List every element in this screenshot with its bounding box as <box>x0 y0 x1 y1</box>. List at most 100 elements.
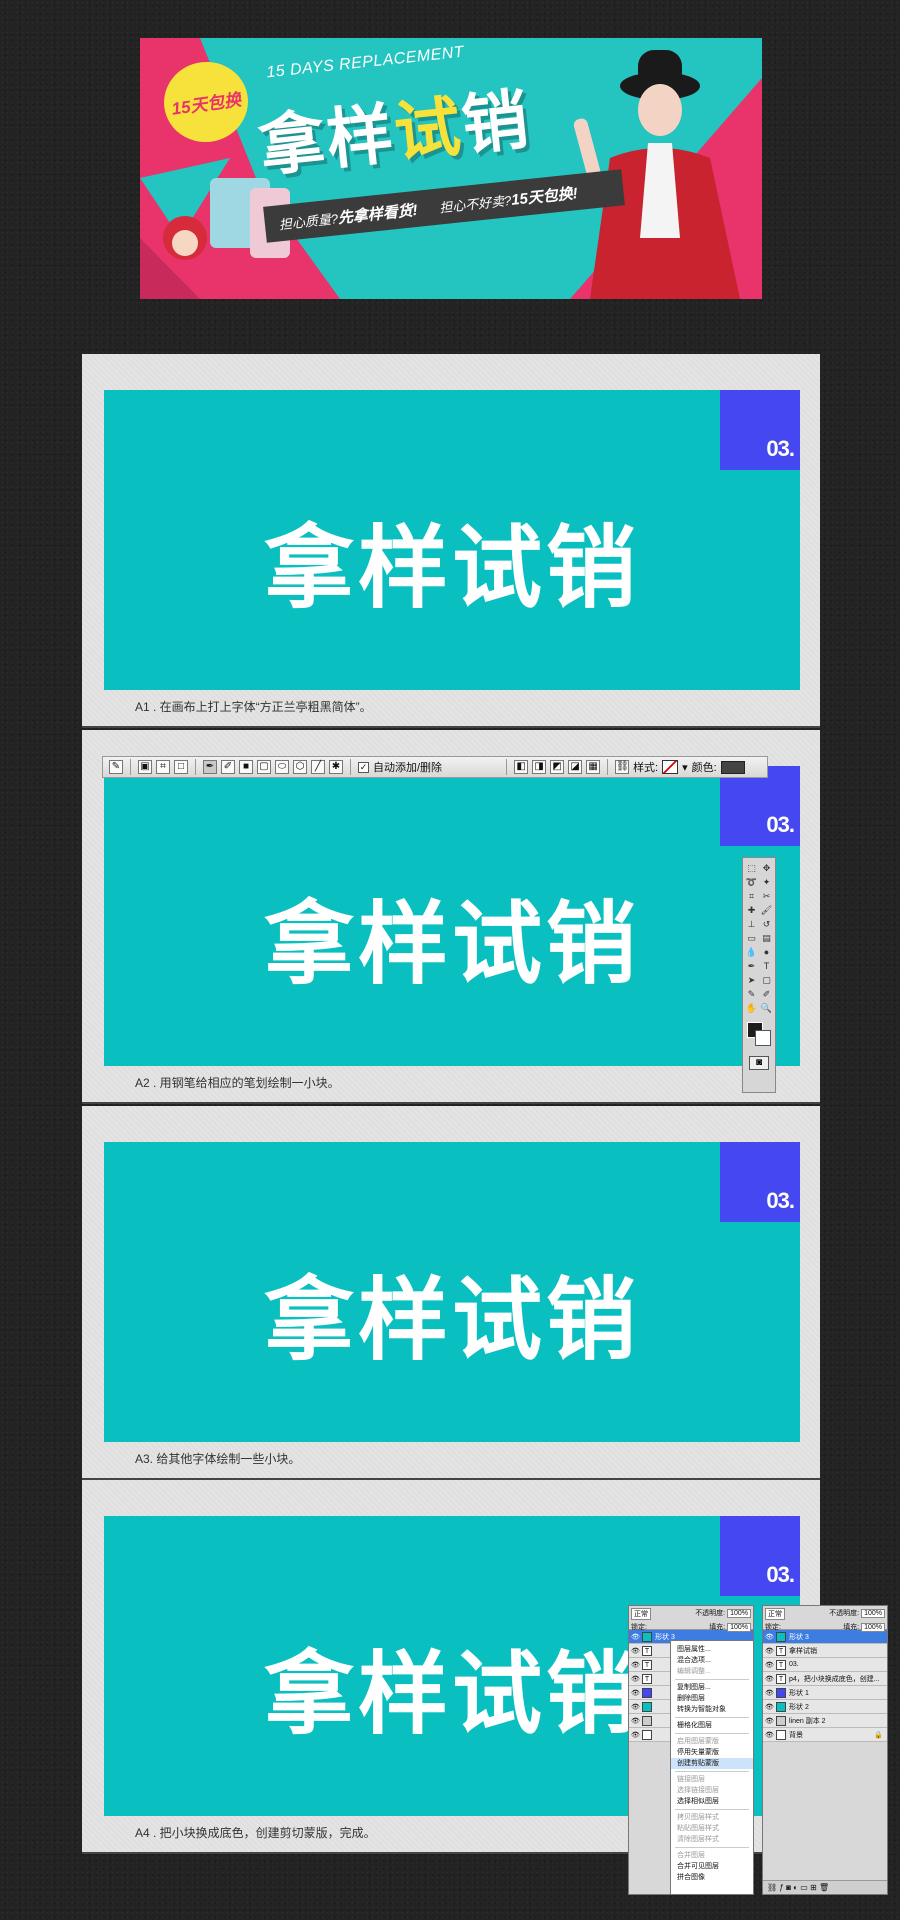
move-tool-icon[interactable]: ✥ <box>760 862 773 874</box>
crop-tool-icon[interactable]: ⌗ <box>745 890 758 902</box>
exclude-mode-icon[interactable]: ◪ <box>568 760 583 774</box>
menu-item[interactable]: 停用矢量蒙版 <box>671 1747 753 1758</box>
eye-icon[interactable]: 👁 <box>631 1675 640 1683</box>
eye-icon[interactable]: 👁 <box>631 1647 640 1655</box>
eye-icon[interactable]: 👁 <box>765 1731 774 1739</box>
eraser-tool-icon[interactable]: ▭ <box>745 932 758 944</box>
menu-item[interactable]: 拼合图像 <box>671 1872 753 1883</box>
shape-tool-icon[interactable]: ▢ <box>760 974 773 986</box>
menu-item[interactable]: 拷贝图层样式 <box>671 1812 753 1823</box>
menu-item[interactable]: 粘贴图层样式 <box>671 1823 753 1834</box>
brush-tool-icon[interactable]: 🖌 <box>760 904 773 916</box>
layer-row[interactable]: 👁 T 03. <box>763 1658 887 1672</box>
marquee-tool-icon[interactable]: ⬚ <box>745 862 758 874</box>
menu-item[interactable]: 图层属性... <box>671 1644 753 1655</box>
slice-tool-icon[interactable]: ✂ <box>760 890 773 902</box>
layer-row[interactable]: 👁 T 拿样试销 <box>763 1644 887 1658</box>
stamp-tool-icon[interactable]: ⊥ <box>745 918 758 930</box>
combine-mode-icon[interactable]: ◧ <box>514 760 529 774</box>
pen-tool-preset-icon[interactable]: ✎ <box>109 760 123 774</box>
menu-item-create-clipping-mask[interactable]: 创建剪贴蒙版 <box>671 1758 753 1769</box>
ellipse-icon[interactable]: ⬭ <box>275 760 289 774</box>
adjustment-icon[interactable]: ◐ <box>793 1883 798 1892</box>
lasso-tool-icon[interactable]: ➰ <box>745 876 758 888</box>
overlap-mode-icon[interactable]: ▦ <box>586 760 601 774</box>
gradient-tool-icon[interactable]: ▤ <box>760 932 773 944</box>
eye-icon[interactable]: 👁 <box>765 1703 774 1711</box>
history-brush-icon[interactable]: ↺ <box>760 918 773 930</box>
folder-icon[interactable]: ▭ <box>800 1883 808 1892</box>
layer-row[interactable]: 👁 形状 2 <box>763 1700 887 1714</box>
type-tool-icon[interactable]: T <box>760 960 773 972</box>
layer-row[interactable]: 👁 Tp4，把小块换成底色，创建... <box>763 1672 887 1686</box>
trash-icon[interactable]: 🗑 <box>819 1883 829 1892</box>
menu-item[interactable]: 混合选项... <box>671 1655 753 1666</box>
notes-tool-icon[interactable]: ✎ <box>745 988 758 1000</box>
paths-icon[interactable]: ⌗ <box>156 760 170 774</box>
layer-row[interactable]: 👁 背景 🔒 <box>763 1728 887 1742</box>
layer-row[interactable]: 👁 形状 1 <box>763 1686 887 1700</box>
screen-mode-icon[interactable]: ◙ <box>749 1056 769 1070</box>
blend-mode-select[interactable]: 正常 <box>765 1608 785 1620</box>
eye-icon[interactable]: 👁 <box>631 1717 640 1725</box>
eye-icon[interactable]: 👁 <box>631 1633 640 1641</box>
eye-icon[interactable]: 👁 <box>765 1717 774 1725</box>
hand-tool-icon[interactable]: ✋ <box>745 1002 758 1014</box>
healing-brush-icon[interactable]: ✚ <box>745 904 758 916</box>
dodge-tool-icon[interactable]: ● <box>760 946 773 958</box>
eye-icon[interactable]: 👁 <box>765 1689 774 1697</box>
path-select-icon[interactable]: ➤ <box>745 974 758 986</box>
freeform-pen-icon[interactable]: ✐ <box>221 760 235 774</box>
fill-pixels-icon[interactable]: □ <box>174 760 188 774</box>
eye-icon[interactable]: 👁 <box>765 1675 774 1683</box>
zoom-tool-icon[interactable]: 🔍 <box>760 1002 773 1014</box>
background-color[interactable] <box>755 1030 771 1046</box>
menu-item[interactable]: 栅格化图层 <box>671 1720 753 1731</box>
rounded-rectangle-icon[interactable]: ▢ <box>257 760 271 774</box>
menu-item[interactable]: 清除图层样式 <box>671 1834 753 1845</box>
fill-input[interactable]: 100% <box>861 1623 885 1632</box>
menu-item[interactable]: 合并可见图层 <box>671 1861 753 1872</box>
subtract-mode-icon[interactable]: ◨ <box>532 760 547 774</box>
menu-item[interactable]: 转换为智能对象 <box>671 1704 753 1715</box>
layer-row-selected[interactable]: 👁 形状 3 <box>763 1630 887 1644</box>
line-icon[interactable]: ╱ <box>311 760 325 774</box>
style-dropdown-icon[interactable]: ▾ <box>682 761 688 774</box>
mask-icon[interactable]: ◙ <box>786 1883 791 1892</box>
menu-item[interactable]: 启用图层蒙版 <box>671 1736 753 1747</box>
color-swatch[interactable] <box>720 760 745 774</box>
new-layer-icon[interactable]: ⊞ <box>810 1883 817 1892</box>
blend-mode-select[interactable]: 正常 <box>631 1608 651 1620</box>
link-icon[interactable]: ⛓ <box>615 760 630 774</box>
eye-icon[interactable]: 👁 <box>631 1703 640 1711</box>
magic-wand-icon[interactable]: ✦ <box>760 876 773 888</box>
eye-icon[interactable]: 👁 <box>765 1647 774 1655</box>
menu-item[interactable]: 编辑调整... <box>671 1666 753 1677</box>
opacity-input[interactable]: 100% <box>861 1609 885 1618</box>
eye-icon[interactable]: 👁 <box>631 1661 640 1669</box>
fx-icon[interactable]: ƒ <box>779 1883 783 1892</box>
shape-layers-icon[interactable]: ▣ <box>138 760 152 774</box>
eye-icon[interactable]: 👁 <box>631 1689 640 1697</box>
custom-shape-icon[interactable]: ✱ <box>329 760 343 774</box>
menu-item[interactable]: 复制图层... <box>671 1682 753 1693</box>
opacity-input[interactable]: 100% <box>727 1609 751 1618</box>
menu-item[interactable]: 链接图层 <box>671 1774 753 1785</box>
menu-item[interactable]: 删除图层 <box>671 1693 753 1704</box>
menu-item[interactable]: 选择链接图层 <box>671 1785 753 1796</box>
pen-icon[interactable]: ✒ <box>203 760 217 774</box>
color-swatches[interactable] <box>745 1020 773 1046</box>
menu-item[interactable]: 合并图层 <box>671 1850 753 1861</box>
fill-input[interactable]: 100% <box>727 1623 751 1632</box>
style-swatch[interactable] <box>662 760 679 774</box>
pen-tool-icon[interactable]: ✒ <box>745 960 758 972</box>
blur-tool-icon[interactable]: 💧 <box>745 946 758 958</box>
layer-row[interactable]: 👁 linen 副本 2 <box>763 1714 887 1728</box>
link-layers-icon[interactable]: ⛓ <box>767 1883 777 1892</box>
eye-icon[interactable]: 👁 <box>765 1661 774 1669</box>
eyedropper-icon[interactable]: ✐ <box>760 988 773 1000</box>
rectangle-icon[interactable]: ■ <box>239 760 253 774</box>
polygon-icon[interactable]: ⬡ <box>293 760 307 774</box>
menu-item[interactable]: 选择相似图层 <box>671 1796 753 1807</box>
auto-add-delete-checkbox[interactable]: ✓ <box>358 761 369 773</box>
